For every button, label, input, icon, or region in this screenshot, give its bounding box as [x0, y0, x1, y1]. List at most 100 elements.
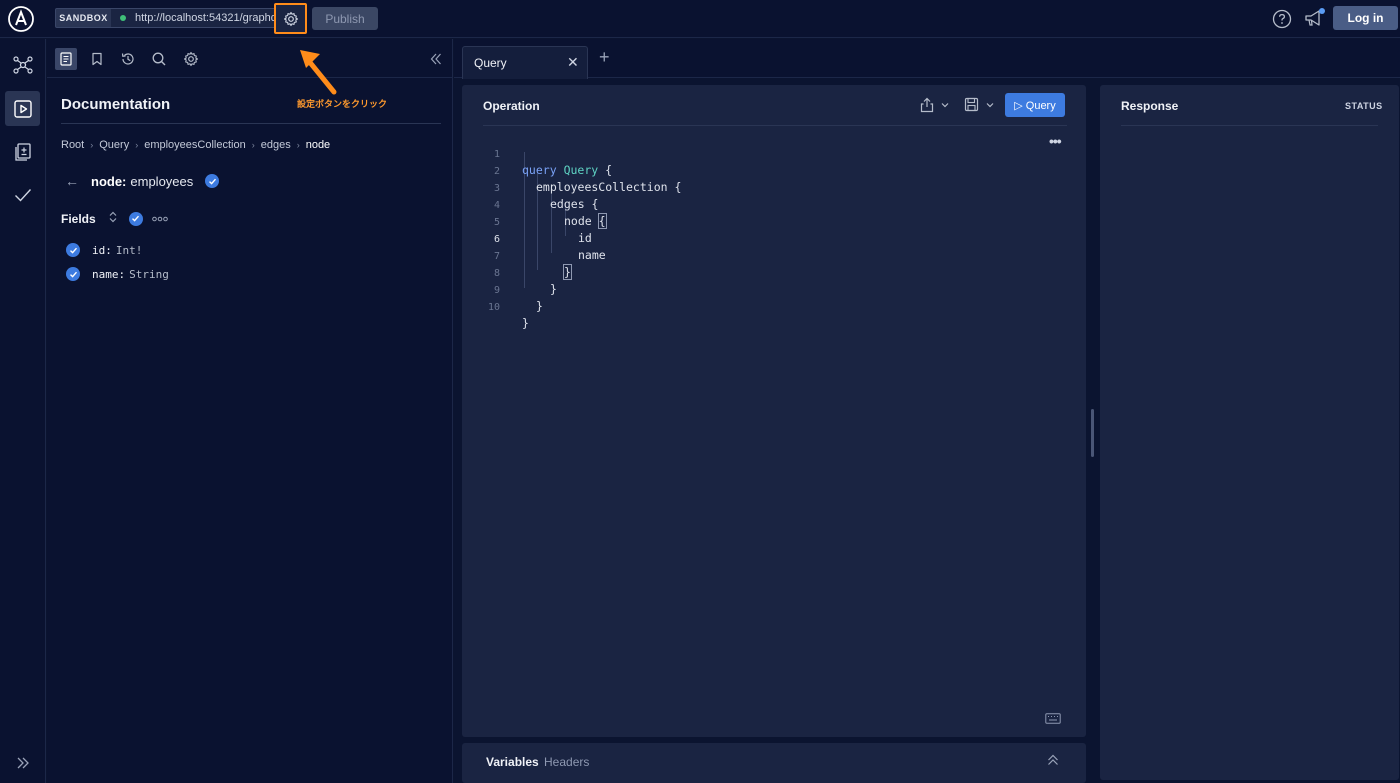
breadcrumb-node: node [305, 139, 331, 151]
nav-checks[interactable] [5, 177, 40, 212]
annotation-text: 設定ボタンをクリック [297, 99, 388, 109]
variables-panel: Variables Headers [462, 743, 1086, 783]
collapse-docs-button[interactable] [425, 48, 447, 70]
field-row-id[interactable]: id: Int! [66, 243, 142, 257]
more-options-icon[interactable]: ••• [1049, 133, 1062, 149]
history-icon [121, 53, 134, 65]
node-selected-checkbox[interactable] [205, 174, 220, 188]
diff-document-icon [14, 142, 31, 161]
chevron-down-icon [941, 103, 949, 108]
nav-diff[interactable] [5, 134, 40, 169]
operation-panel: Operation ▷ Query ••• 1 query Query {2 … [462, 85, 1086, 737]
breadcrumb-employees-collection[interactable]: employeesCollection [144, 139, 246, 151]
checkmark-icon [14, 188, 31, 202]
code-keyword: query [522, 163, 557, 177]
save-icon [964, 97, 979, 112]
connection-settings-button[interactable] [274, 3, 307, 34]
field-type[interactable]: Int! [116, 244, 143, 257]
code-operation-name: Query [563, 163, 599, 177]
bookmark-icon [92, 52, 102, 66]
matched-bracket: { [597, 213, 607, 229]
breadcrumb-separator: › [135, 140, 139, 150]
apollo-logo-icon[interactable] [7, 5, 35, 33]
keyboard-shortcuts-icon[interactable] [1045, 712, 1061, 727]
nav-explorer[interactable] [5, 91, 40, 126]
tab-headers[interactable]: Headers [544, 755, 589, 769]
code-text: id [578, 231, 592, 245]
graph-nodes-icon [12, 55, 33, 74]
select-all-fields-checkbox[interactable] [128, 211, 143, 226]
sandbox-badge: SANDBOX [55, 8, 112, 28]
share-menu-button[interactable] [920, 97, 950, 113]
docs-title: Documentation [61, 96, 171, 113]
double-chevron-up-icon [1048, 754, 1058, 765]
sort-icon[interactable] [108, 211, 118, 226]
field-id-checkbox[interactable] [66, 243, 80, 257]
check-icon [69, 271, 77, 278]
code-line: 10 } [462, 288, 529, 330]
tab-variables[interactable]: Variables [486, 755, 539, 769]
code-line: 4 node { [462, 186, 607, 229]
response-title: Response [1121, 99, 1179, 113]
document-icon [60, 52, 72, 66]
tab-query[interactable]: Query ✕ [462, 46, 588, 79]
current-type-row: ← node: employees [65, 173, 220, 189]
breadcrumb-query[interactable]: Query [99, 139, 129, 151]
breadcrumb-separator: › [296, 140, 300, 150]
history-tab-button[interactable] [117, 48, 139, 70]
top-bar: SANDBOX http://localhost:54321/graphql P… [0, 0, 1400, 38]
annotation-arrow-icon [300, 50, 337, 95]
code-text: edges { [550, 197, 599, 211]
node-field-type[interactable]: employees [130, 174, 193, 189]
code-line: 6 name [462, 220, 606, 262]
response-divider [1121, 125, 1378, 126]
code-text: employeesCollection { [536, 180, 682, 194]
code-text: } [522, 316, 529, 330]
gear-icon [183, 51, 199, 67]
panel-resize-handle[interactable] [1091, 409, 1094, 457]
connection-status-dot [120, 15, 126, 21]
double-chevron-right-icon [17, 757, 29, 768]
close-icon[interactable]: ✕ [567, 54, 579, 71]
expand-variables-button[interactable] [1046, 753, 1060, 770]
docs-divider [61, 123, 441, 124]
expand-nav-button[interactable] [5, 745, 40, 780]
fields-header: Fields [61, 211, 168, 226]
code-text: name [578, 248, 606, 262]
back-arrow-icon[interactable]: ← [65, 173, 79, 189]
code-brace: { [605, 163, 613, 177]
code-line: 8 } [462, 254, 557, 296]
announcements-icon[interactable] [1303, 7, 1327, 32]
run-query-button[interactable]: ▷ Query [1005, 93, 1065, 117]
code-line: 2 employeesCollection { [462, 152, 681, 194]
field-name-checkbox[interactable] [66, 267, 80, 281]
response-panel: Response STATUS [1100, 85, 1399, 780]
help-icon[interactable] [1272, 9, 1292, 32]
docs-tab-button[interactable] [55, 48, 77, 70]
field-type[interactable]: String [129, 268, 169, 281]
line-number: 10 [487, 302, 500, 313]
code-line: 9 } [462, 271, 543, 313]
left-nav-rail [0, 39, 46, 783]
search-tab-button[interactable] [148, 48, 170, 70]
add-tab-icon[interactable]: + [599, 48, 610, 66]
docs-settings-button[interactable] [180, 48, 202, 70]
matched-bracket: } [563, 264, 572, 280]
tab-label: Query [474, 56, 507, 70]
more-options-icon[interactable] [151, 211, 168, 226]
breadcrumb-root[interactable]: Root [61, 139, 84, 151]
publish-button[interactable]: Publish [312, 7, 378, 30]
save-menu-button[interactable] [964, 97, 995, 112]
nav-schema[interactable] [5, 47, 40, 82]
check-icon [208, 178, 216, 185]
field-row-name[interactable]: name: String [66, 267, 169, 281]
check-icon [132, 215, 140, 222]
search-icon [152, 52, 166, 66]
collections-tab-button[interactable] [86, 48, 108, 70]
endpoint-url-text: http://localhost:54321/graphql [135, 12, 280, 24]
breadcrumb-separator: › [251, 140, 255, 150]
code-text: } [536, 299, 543, 313]
docs-toolbar [47, 39, 453, 78]
login-button[interactable]: Log in [1333, 6, 1398, 30]
breadcrumb-edges[interactable]: edges [261, 139, 291, 151]
